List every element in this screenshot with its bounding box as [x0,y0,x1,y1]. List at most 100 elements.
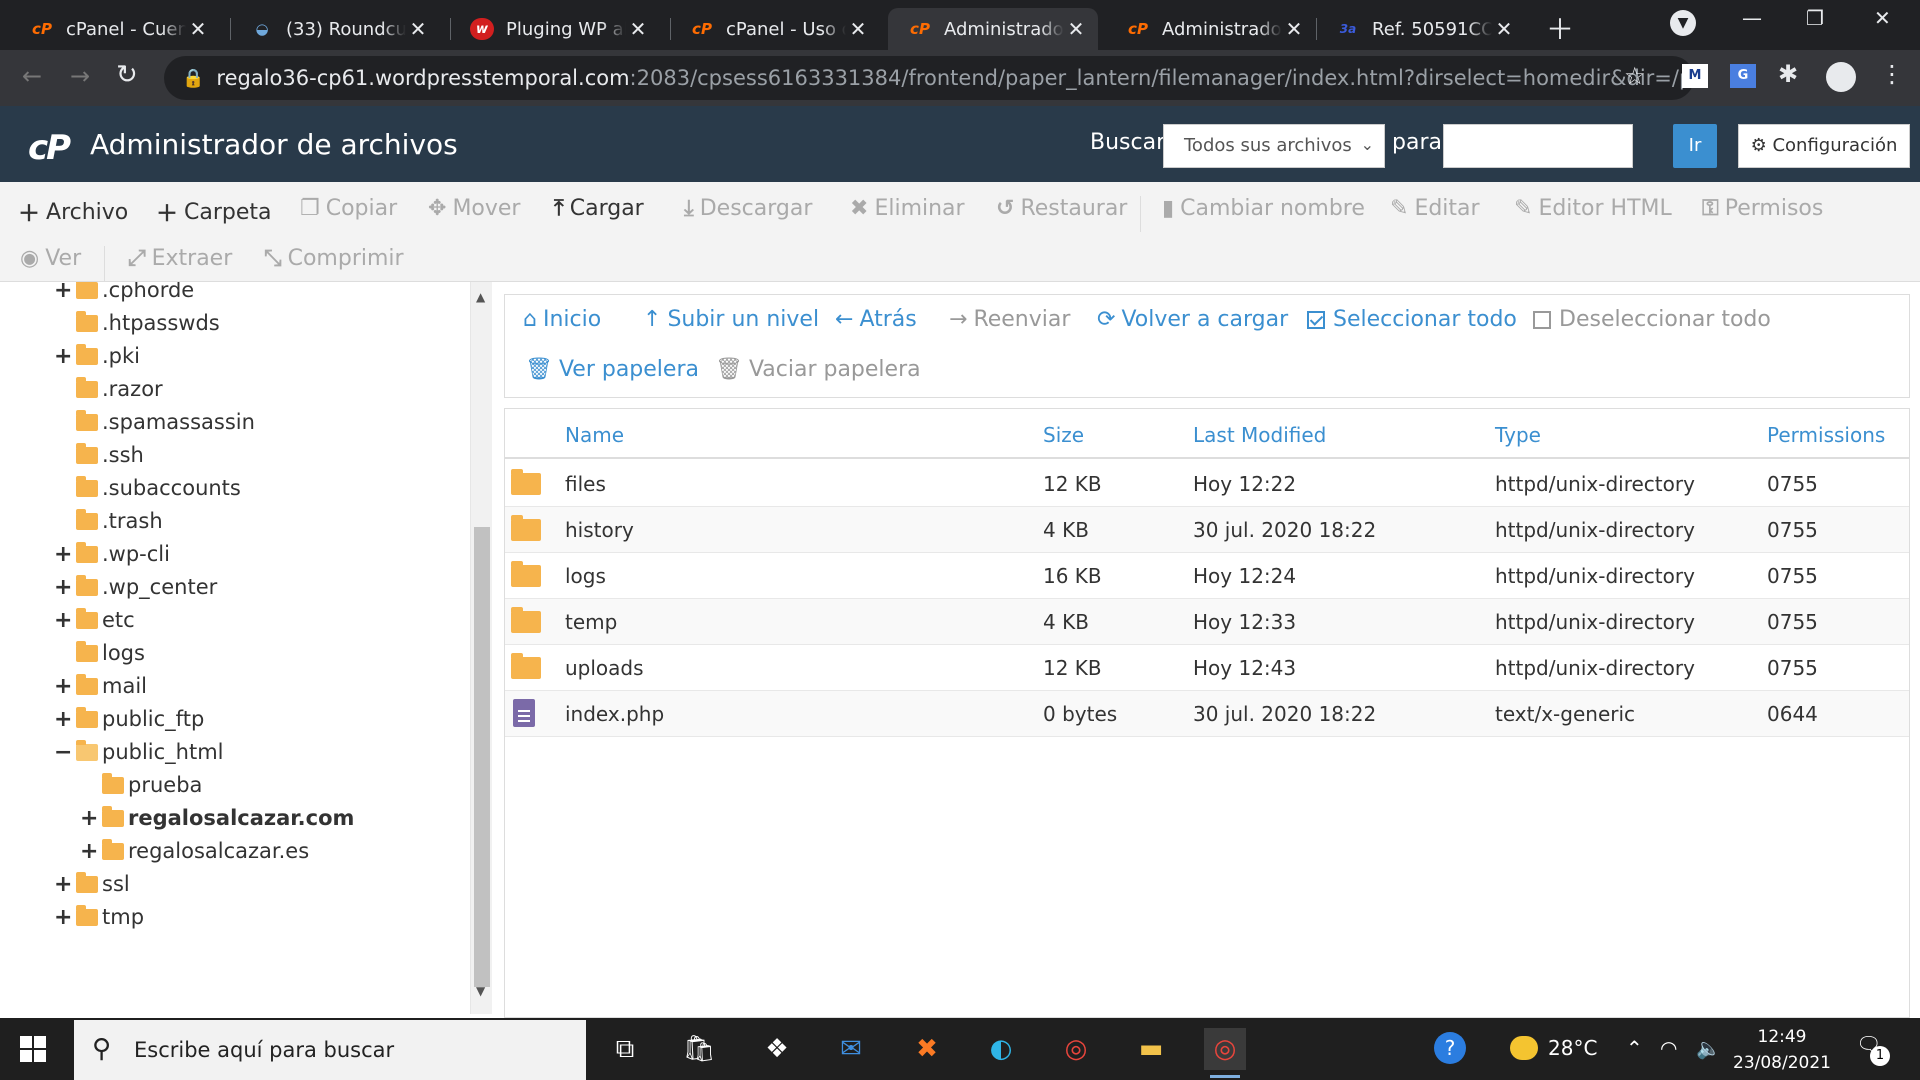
volume-icon[interactable]: 🔈 [1696,1036,1721,1060]
extract-button[interactable]: ⤢ Extraer [128,246,232,271]
upload-button[interactable]: ⤒ Cargar [554,196,644,221]
close-icon[interactable]: ✕ [1282,17,1306,41]
back-icon[interactable]: ← [22,62,42,90]
tree-item[interactable]: + .wp_center [54,573,217,601]
empty-trash-button[interactable]: 🗑 Vaciar papelera [715,357,921,382]
forward-button[interactable]: → Reenviar [949,307,1070,332]
tree-scrollbar[interactable]: ▲ ▼ [470,282,492,1014]
menu-dots-icon[interactable]: ⋮ [1880,60,1904,88]
xampp-icon[interactable]: ✖ [906,1028,948,1070]
cpanel-logo[interactable]: cP [28,128,71,168]
help-icon[interactable]: ? [1434,1032,1466,1064]
delete-button[interactable]: ✖ Eliminar [850,196,965,221]
tree-item[interactable]: + .wp-cli [54,540,170,568]
table-row[interactable]: logs 16 KB Hoy 12:24 httpd/unix-director… [505,553,1909,599]
table-row[interactable]: index.php 0 bytes 30 jul. 2020 18:22 tex… [505,691,1909,737]
deselect-all-button[interactable]: Deseleccionar todo [1533,307,1771,332]
edge-icon[interactable]: ◐ [980,1028,1022,1070]
close-icon[interactable]: ✕ [1492,17,1516,41]
search-scope-select[interactable]: Todos sus archivos ⌄ [1163,124,1385,168]
tree-item[interactable]: .razor [54,375,163,403]
table-row[interactable]: uploads 12 KB Hoy 12:43 httpd/unix-direc… [505,645,1909,691]
tree-item[interactable]: .trash [54,507,163,535]
scroll-down-icon[interactable]: ▼ [476,984,485,998]
table-row[interactable]: temp 4 KB Hoy 12:33 httpd/unix-directory… [505,599,1909,645]
html-editor-button[interactable]: ✎ Editor HTML [1514,196,1672,221]
forward-icon[interactable]: → [70,62,90,90]
restore-button[interactable]: ↺ Restaurar [996,196,1127,221]
expand-icon[interactable]: + [54,707,72,732]
restore-icon[interactable]: ❐ [1806,6,1824,30]
new-file-button[interactable]: ＋ Archivo [18,196,128,228]
close-icon[interactable]: ✕ [626,17,650,41]
column-type[interactable]: Type [1495,423,1541,447]
expand-icon[interactable]: + [54,282,72,303]
table-row[interactable]: files 12 KB Hoy 12:22 httpd/unix-directo… [505,461,1909,507]
task-view-icon[interactable]: ⧉ [604,1028,646,1070]
expand-icon[interactable]: + [80,806,98,831]
browser-tab[interactable]: cP cPanel - Uso de ✕ [670,8,880,50]
tree-item[interactable]: + public_ftp [54,705,204,733]
collapse-icon[interactable]: − [54,740,72,765]
minimize-icon[interactable]: — [1742,6,1762,30]
taskbar-search[interactable]: ⚲ Escribe aquí para buscar [74,1020,586,1080]
tree-item-current[interactable]: + regalosalcazar.com [80,804,354,832]
browser-tab[interactable]: w Pluging WP all ✕ [450,8,660,50]
settings-button[interactable]: ⚙ Configuración [1738,124,1910,168]
expand-icon[interactable]: + [80,839,98,864]
store-icon[interactable]: 🛍 [678,1028,720,1070]
tree-item[interactable]: prueba [80,771,202,799]
expand-icon[interactable]: + [54,872,72,897]
column-permissions[interactable]: Permissions [1767,423,1885,447]
tree-item[interactable]: logs [54,639,145,667]
browser-tab[interactable]: cP Administrador ✕ [1106,8,1316,50]
edit-button[interactable]: ✎ Editar [1390,196,1480,221]
chevron-up-icon[interactable]: ⌃ [1626,1036,1643,1060]
expand-icon[interactable]: + [54,674,72,699]
mail-icon[interactable]: ✉ [830,1028,872,1070]
go-button[interactable]: Ir [1673,124,1717,168]
close-icon[interactable]: ✕ [186,17,210,41]
expand-icon[interactable]: + [54,608,72,633]
notifications-icon[interactable]: 🗨 1 [1856,1032,1890,1066]
download-button[interactable]: ⤓ Descargar [684,196,812,221]
expand-icon[interactable]: + [54,905,72,930]
tree-item[interactable]: + etc [54,606,135,634]
browser-tab[interactable]: 3a Ref. 50591COL ✕ [1316,8,1526,50]
back-button[interactable]: ← Atrás [835,307,917,332]
expand-icon[interactable]: + [54,575,72,600]
tree-item[interactable]: .htpasswds [54,309,220,337]
permissions-button[interactable]: ⚿ Permisos [1702,196,1823,221]
column-last-modified[interactable]: Last Modified [1193,423,1326,447]
tree-item[interactable]: .spamassassin [54,408,255,436]
scroll-up-icon[interactable]: ▲ [476,290,485,304]
close-window-icon[interactable]: ✕ [1874,6,1891,30]
expand-icon[interactable]: + [54,542,72,567]
chrome-active-icon[interactable]: ◎ [1204,1028,1246,1078]
puzzle-icon[interactable]: ✱ [1778,60,1798,88]
up-level-button[interactable]: ↑ Subir un nivel [643,307,819,332]
reload-icon[interactable]: ↻ [116,60,138,90]
browser-tab-active[interactable]: cP Administrador ✕ [888,8,1098,50]
view-button[interactable]: ◉ Ver [20,246,81,271]
expand-icon[interactable]: + [54,344,72,369]
url-field[interactable]: 🔒 regalo36-cp61.wordpresstemporal.com :2… [164,56,1694,100]
tree-item[interactable]: .subaccounts [54,474,241,502]
extension-icon[interactable]: M [1682,64,1708,88]
system-clock[interactable]: 12:49 23/08/2021 [1732,1024,1832,1076]
column-name[interactable]: Name [565,423,624,447]
tree-item[interactable]: + ssl [54,870,130,898]
new-tab-button[interactable]: ＋ [1546,8,1574,48]
dropbox-icon[interactable]: ❖ [756,1028,798,1070]
translate-icon[interactable]: G [1730,64,1756,88]
windows-start-icon[interactable] [20,1036,48,1064]
close-icon[interactable]: ✕ [1064,17,1088,41]
reload-button[interactable]: ⟳ Volver a cargar [1097,307,1288,332]
tree-item[interactable]: + tmp [54,903,144,931]
bookmark-star-icon[interactable]: ☆ [1624,62,1646,90]
tree-item[interactable]: + .cphorde [54,282,194,304]
profile-avatar-icon[interactable] [1826,62,1856,92]
copy-button[interactable]: ❐ Copiar [300,196,397,221]
tab-search-icon[interactable]: ▼ [1670,10,1696,36]
table-row[interactable]: history 4 KB 30 jul. 2020 18:22 httpd/un… [505,507,1909,553]
